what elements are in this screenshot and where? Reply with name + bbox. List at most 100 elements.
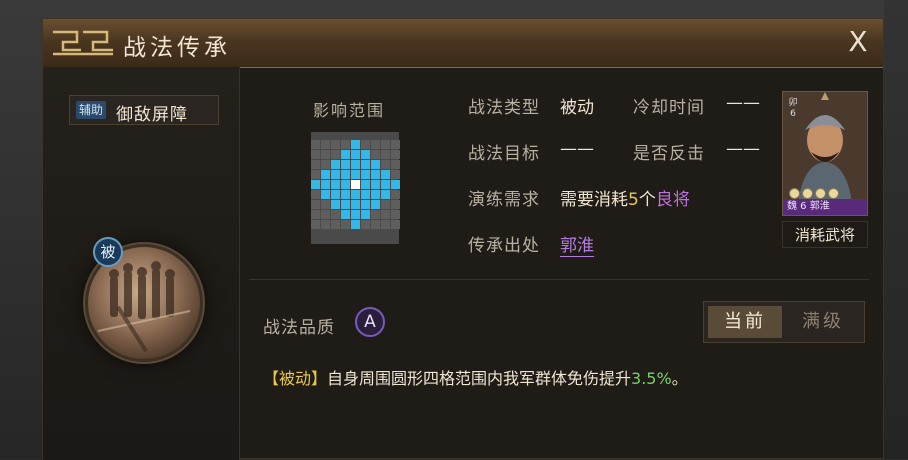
- range-active-cell: [340, 190, 350, 199]
- range-empty-cell: [390, 150, 400, 159]
- range-active-cell: [320, 180, 330, 189]
- range-active-cell: [330, 200, 340, 209]
- range-active-cell: [360, 210, 370, 219]
- general-caption: 魏 6 郭淮: [783, 199, 867, 215]
- range-active-cell: [350, 160, 360, 169]
- range-active-cell: [370, 180, 380, 189]
- type-label: 战法类型: [468, 98, 540, 118]
- star-icon: [828, 188, 839, 199]
- target-label: 战法目标: [468, 144, 540, 164]
- range-empty-cell: [370, 150, 380, 159]
- requirement-grade: 良将: [655, 190, 690, 210]
- star-icon: [802, 188, 813, 199]
- range-active-cell: [320, 170, 330, 179]
- range-active-cell: [380, 180, 390, 189]
- range-empty-cell: [340, 220, 350, 229]
- range-empty-cell: [380, 200, 390, 209]
- range-active-cell: [330, 170, 340, 179]
- range-empty-cell: [380, 160, 390, 169]
- range-empty-cell: [310, 200, 320, 209]
- counter-value: ——: [726, 139, 760, 159]
- range-center-cell: [350, 180, 360, 189]
- range-empty-cell: [320, 150, 330, 159]
- range-active-cell: [340, 210, 350, 219]
- toggle-max-level[interactable]: 满级: [786, 306, 860, 338]
- window-title: 战法传承: [123, 35, 231, 61]
- title-bar: 战法传承 X: [43, 19, 883, 68]
- range-empty-cell: [390, 160, 400, 169]
- range-empty-cell: [310, 210, 320, 219]
- range-empty-cell: [390, 200, 400, 209]
- range-active-cell: [390, 180, 400, 189]
- range-active-cell: [330, 180, 340, 189]
- range-empty-cell: [310, 150, 320, 159]
- type-value: 被动: [560, 98, 594, 118]
- range-active-cell: [340, 180, 350, 189]
- range-empty-cell: [310, 220, 320, 229]
- range-empty-cell: [390, 190, 400, 199]
- range-empty-cell: [390, 140, 400, 149]
- range-empty-cell: [360, 140, 370, 149]
- cooldown-label: 冷却时间: [633, 98, 705, 118]
- range-active-cell: [360, 150, 370, 159]
- range-empty-cell: [380, 140, 390, 149]
- description-value: 3.5%: [631, 369, 672, 388]
- range-active-cell: [350, 150, 360, 159]
- quality-grade-badge: A: [355, 307, 385, 337]
- range-active-cell: [340, 170, 350, 179]
- general-portrait[interactable]: 卯6 魏 6 郭淮: [782, 91, 868, 216]
- range-active-cell: [360, 160, 370, 169]
- range-empty-cell: [320, 160, 330, 169]
- cooldown-value: ——: [726, 93, 760, 113]
- range-empty-cell: [390, 220, 400, 229]
- source-label: 传承出处: [468, 236, 540, 256]
- background-left: [0, 0, 42, 459]
- range-empty-cell: [310, 140, 320, 149]
- consume-general-card[interactable]: 卯6 魏 6 郭淮 消耗武将: [782, 91, 868, 248]
- range-grid: [310, 132, 400, 244]
- range-empty-cell: [330, 150, 340, 159]
- range-active-cell: [350, 140, 360, 149]
- range-active-cell: [380, 190, 390, 199]
- description-text: 自身周围圆形四格范围内我军群体免伤提升: [327, 369, 632, 388]
- range-active-cell: [350, 200, 360, 209]
- counter-label: 是否反击: [633, 144, 705, 164]
- range-empty-cell: [320, 140, 330, 149]
- star-icon: [789, 188, 800, 199]
- range-active-cell: [370, 160, 380, 169]
- range-empty-cell: [330, 140, 340, 149]
- range-empty-cell: [320, 220, 330, 229]
- skill-description: 【被动】自身周围圆形四格范围内我军群体免伤提升3.5%。: [263, 365, 688, 389]
- range-active-cell: [350, 210, 360, 219]
- source-general-link[interactable]: 郭淮: [560, 231, 594, 257]
- quality-label: 战法品质: [263, 318, 335, 338]
- background-top: [0, 0, 908, 18]
- skill-name-tag: 辅助 御敌屏障: [69, 95, 219, 125]
- range-active-cell: [370, 190, 380, 199]
- description-end: 。: [671, 369, 688, 388]
- skill-sidebar: 辅助 御敌屏障 被: [43, 67, 240, 460]
- toggle-current[interactable]: 当前: [708, 306, 782, 338]
- background-right: [884, 0, 908, 459]
- skill-inherit-dialog: 战法传承 X 辅助 御敌屏障 被 影响范围 战法类型 被动 冷却时间 —— 战法…: [42, 18, 884, 460]
- range-active-cell: [350, 220, 360, 229]
- divider: [249, 279, 869, 280]
- requirement-prefix: 需要消耗: [560, 190, 628, 210]
- range-empty-cell: [310, 160, 320, 169]
- requirement-label: 演练需求: [468, 190, 540, 210]
- range-active-cell: [360, 190, 370, 199]
- level-toggle: 当前 满级: [703, 301, 865, 343]
- range-active-cell: [350, 170, 360, 179]
- range-empty-cell: [330, 220, 340, 229]
- range-empty-cell: [310, 170, 320, 179]
- range-active-cell: [340, 150, 350, 159]
- range-empty-cell: [380, 220, 390, 229]
- close-button[interactable]: X: [843, 27, 873, 57]
- title-ornament-icon: [53, 30, 113, 56]
- range-active-cell: [340, 200, 350, 209]
- range-empty-cell: [390, 210, 400, 219]
- range-active-cell: [320, 190, 330, 199]
- range-active-cell: [330, 160, 340, 169]
- range-empty-cell: [370, 210, 380, 219]
- range-empty-cell: [330, 210, 340, 219]
